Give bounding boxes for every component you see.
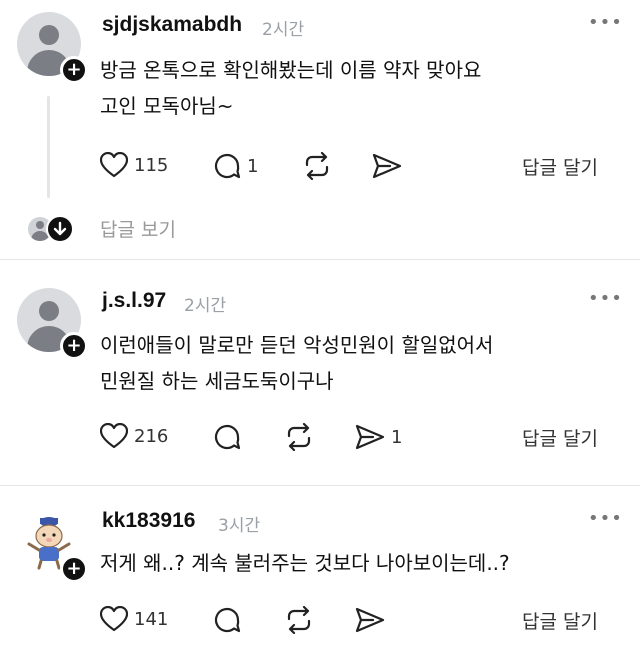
- share-button[interactable]: [355, 607, 385, 633]
- comment-text-line-1: 저게 왜..? 계속 불러주는 것보다 나아보이는데..?: [100, 551, 510, 575]
- repost-button[interactable]: [283, 606, 315, 634]
- follow-plus-icon[interactable]: +: [60, 332, 88, 360]
- share-button[interactable]: [372, 153, 402, 179]
- send-icon: [355, 424, 385, 450]
- timestamp: 3시간: [218, 516, 261, 536]
- repost-button[interactable]: [301, 152, 333, 180]
- write-reply-button[interactable]: 답글 달기: [522, 424, 598, 451]
- timestamp: 2시간: [184, 296, 227, 316]
- like-count: 115: [134, 154, 169, 176]
- divider: [0, 485, 640, 486]
- send-icon: [355, 607, 385, 633]
- like-button[interactable]: 141: [100, 606, 168, 632]
- like-count: 141: [134, 608, 169, 630]
- more-dots-icon[interactable]: •••: [588, 508, 623, 529]
- send-icon: [372, 153, 402, 179]
- reply-avatars[interactable]: [28, 215, 74, 243]
- repost-icon: [287, 606, 311, 634]
- username[interactable]: sjdjskamabdh: [102, 13, 242, 37]
- like-button[interactable]: 216: [100, 423, 168, 449]
- share-count: 1: [391, 426, 403, 448]
- timestamp: 2시간: [262, 20, 305, 40]
- heart-icon: [100, 606, 128, 632]
- comment-button[interactable]: [213, 423, 247, 451]
- comment-text-line-2: 고인 모독아님~: [100, 94, 234, 118]
- comment-bubble-icon: [214, 607, 241, 633]
- like-count: 216: [134, 425, 169, 447]
- write-reply-button[interactable]: 답글 달기: [522, 607, 598, 634]
- comment-text-line-1: 방금 온톡으로 확인해봤는데 이름 약자 맞아요: [100, 58, 482, 82]
- repost-icon: [287, 423, 311, 451]
- arrow-down-icon: [46, 215, 74, 243]
- follow-plus-icon[interactable]: +: [60, 555, 88, 583]
- more-dots-icon[interactable]: •••: [588, 12, 623, 33]
- follow-plus-icon[interactable]: +: [60, 56, 88, 84]
- view-replies-link[interactable]: 답글 보기: [100, 215, 176, 242]
- repost-button[interactable]: [283, 423, 315, 451]
- comment-text-line-2: 민원질 하는 세금도둑이구나: [100, 369, 334, 393]
- username[interactable]: j.s.l.97: [102, 289, 166, 313]
- repost-icon: [305, 152, 329, 180]
- more-dots-icon[interactable]: •••: [588, 288, 623, 309]
- comment-bubble-icon: [214, 153, 241, 179]
- heart-icon: [100, 152, 128, 178]
- share-button[interactable]: 1: [355, 424, 402, 450]
- comment-text-line-1: 이런애들이 말로만 듣던 악성민원이 할일없어서: [100, 333, 494, 357]
- thread-line: [47, 96, 50, 198]
- comment-button[interactable]: 1: [213, 152, 258, 180]
- comment-button[interactable]: [213, 606, 241, 634]
- divider: [0, 259, 640, 260]
- heart-icon: [100, 423, 128, 449]
- write-reply-button[interactable]: 답글 달기: [522, 153, 598, 180]
- reply-count: 1: [247, 155, 259, 177]
- username[interactable]: kk183916: [102, 509, 195, 533]
- comment-bubble-icon: [214, 424, 241, 450]
- like-button[interactable]: 115: [100, 152, 168, 178]
